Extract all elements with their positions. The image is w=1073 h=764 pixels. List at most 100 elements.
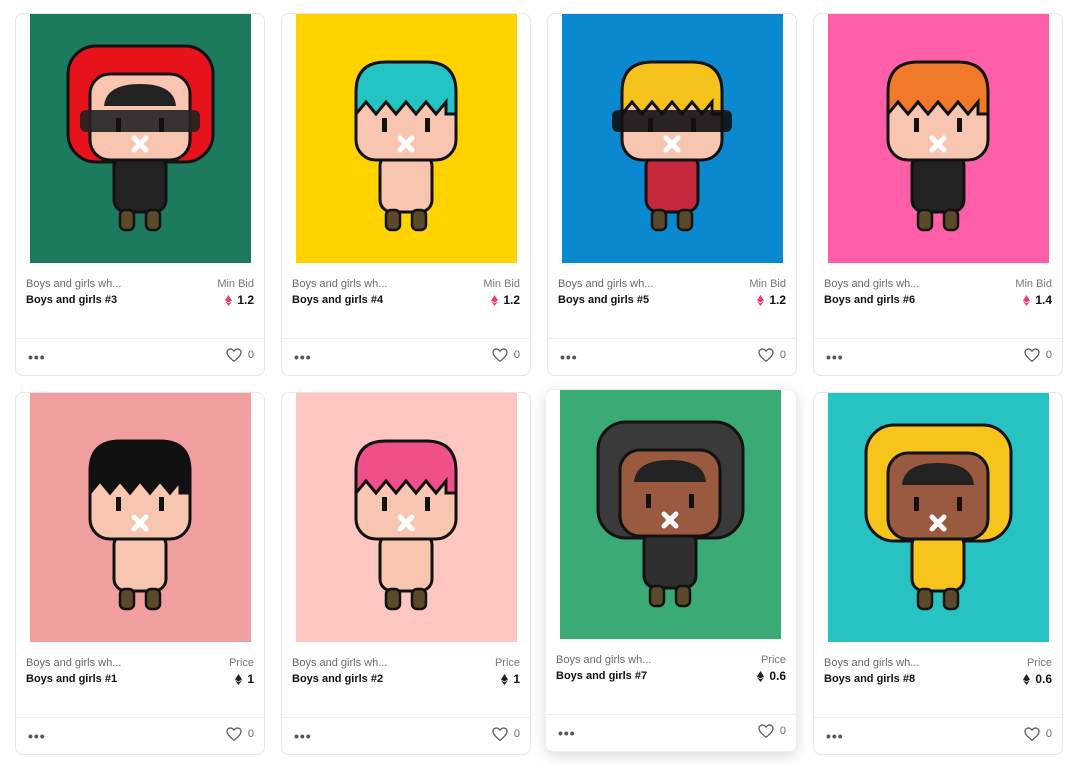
nft-image[interactable] xyxy=(828,14,1049,263)
collection-name[interactable]: Boys and girls wh... xyxy=(292,278,387,290)
price: 1.2 xyxy=(757,293,786,307)
price-label: Min Bid xyxy=(483,278,520,290)
heart-icon xyxy=(226,727,242,741)
nft-name[interactable]: Boys and girls #7 xyxy=(556,670,647,682)
card-footer: ••• 0 xyxy=(814,717,1062,756)
nft-image[interactable] xyxy=(562,14,783,263)
like-button[interactable]: 0 xyxy=(226,348,254,362)
nft-card[interactable]: Boys and girls wh... Boys and girls #2 P… xyxy=(281,392,531,755)
card-footer: ••• 0 xyxy=(548,338,796,377)
nft-image[interactable] xyxy=(296,393,517,642)
nft-card[interactable]: Boys and girls wh... Boys and girls #1 P… xyxy=(15,392,265,755)
nft-card[interactable]: Boys and girls wh... Boys and girls #5 M… xyxy=(547,13,797,376)
price-label: Price xyxy=(760,654,786,666)
price: 1.2 xyxy=(225,293,254,307)
nft-image[interactable] xyxy=(560,390,781,639)
character-illustration xyxy=(562,14,783,263)
like-count: 0 xyxy=(779,725,786,737)
more-options-button[interactable]: ••• xyxy=(294,728,312,744)
eth-icon xyxy=(1023,294,1031,306)
like-count: 0 xyxy=(247,349,254,361)
collection-name[interactable]: Boys and girls wh... xyxy=(292,657,387,669)
card-footer: ••• 0 xyxy=(16,717,264,756)
like-button[interactable]: 0 xyxy=(1024,348,1052,362)
heart-icon xyxy=(492,348,508,362)
collection-name[interactable]: Boys and girls wh... xyxy=(558,278,653,290)
price-value: 1.4 xyxy=(1035,293,1052,307)
like-button[interactable]: 0 xyxy=(758,348,786,362)
price-value: 0.6 xyxy=(769,669,786,683)
character-illustration xyxy=(30,393,251,642)
heart-icon xyxy=(226,348,242,362)
price: 1.2 xyxy=(491,293,520,307)
more-options-button[interactable]: ••• xyxy=(560,349,578,365)
eth-icon xyxy=(501,673,509,685)
like-button[interactable]: 0 xyxy=(1024,727,1052,741)
more-options-button[interactable]: ••• xyxy=(826,349,844,365)
nft-card[interactable]: Boys and girls wh... Boys and girls #3 M… xyxy=(15,13,265,376)
eth-icon xyxy=(235,673,243,685)
like-button[interactable]: 0 xyxy=(492,348,520,362)
card-footer: ••• 0 xyxy=(282,717,530,756)
nft-image[interactable] xyxy=(828,393,1049,642)
nft-card[interactable]: Boys and girls wh... Boys and girls #8 P… xyxy=(813,392,1063,755)
price: 1 xyxy=(235,672,254,686)
price-value: 1 xyxy=(247,672,254,686)
more-options-button[interactable]: ••• xyxy=(28,728,46,744)
nft-name[interactable]: Boys and girls #2 xyxy=(292,673,383,685)
like-count: 0 xyxy=(247,728,254,740)
card-footer: ••• 0 xyxy=(16,338,264,377)
price-label: Min Bid xyxy=(217,278,254,290)
like-count: 0 xyxy=(779,349,786,361)
nft-card[interactable]: Boys and girls wh... Boys and girls #7 P… xyxy=(545,389,797,752)
nft-name[interactable]: Boys and girls #6 xyxy=(824,294,915,306)
like-count: 0 xyxy=(1045,349,1052,361)
heart-icon xyxy=(492,727,508,741)
character-illustration xyxy=(30,14,251,263)
like-count: 0 xyxy=(513,728,520,740)
heart-icon xyxy=(758,348,774,362)
nft-name[interactable]: Boys and girls #1 xyxy=(26,673,117,685)
nft-name[interactable]: Boys and girls #4 xyxy=(292,294,383,306)
like-button[interactable]: 0 xyxy=(492,727,520,741)
like-count: 0 xyxy=(1045,728,1052,740)
price-value: 1.2 xyxy=(769,293,786,307)
collection-name[interactable]: Boys and girls wh... xyxy=(824,657,919,669)
more-options-button[interactable]: ••• xyxy=(826,728,844,744)
nft-image[interactable] xyxy=(296,14,517,263)
price: 0.6 xyxy=(1023,672,1052,686)
nft-name[interactable]: Boys and girls #8 xyxy=(824,673,915,685)
price-value: 1.2 xyxy=(503,293,520,307)
more-options-button[interactable]: ••• xyxy=(294,349,312,365)
like-button[interactable]: 0 xyxy=(758,724,786,738)
price-value: 1.2 xyxy=(237,293,254,307)
eth-icon xyxy=(757,670,765,682)
nft-name[interactable]: Boys and girls #3 xyxy=(26,294,117,306)
more-options-button[interactable]: ••• xyxy=(28,349,46,365)
price-label: Price xyxy=(1026,657,1052,669)
card-footer: ••• 0 xyxy=(546,714,796,753)
nft-card[interactable]: Boys and girls wh... Boys and girls #4 M… xyxy=(281,13,531,376)
collection-name[interactable]: Boys and girls wh... xyxy=(556,654,651,666)
collection-name[interactable]: Boys and girls wh... xyxy=(26,278,121,290)
nft-image[interactable] xyxy=(30,14,251,263)
price-value: 1 xyxy=(513,672,520,686)
price: 1 xyxy=(501,672,520,686)
price: 1.4 xyxy=(1023,293,1052,307)
like-button[interactable]: 0 xyxy=(226,727,254,741)
eth-icon xyxy=(757,294,765,306)
nft-card[interactable]: Boys and girls wh... Boys and girls #6 M… xyxy=(813,13,1063,376)
character-illustration xyxy=(560,390,781,639)
price-label: Price xyxy=(228,657,254,669)
card-footer: ••• 0 xyxy=(814,338,1062,377)
collection-name[interactable]: Boys and girls wh... xyxy=(824,278,919,290)
price-label: Min Bid xyxy=(1015,278,1052,290)
collection-name[interactable]: Boys and girls wh... xyxy=(26,657,121,669)
character-illustration xyxy=(296,14,517,263)
eth-icon xyxy=(1023,673,1031,685)
nft-name[interactable]: Boys and girls #5 xyxy=(558,294,649,306)
nft-image[interactable] xyxy=(30,393,251,642)
heart-icon xyxy=(1024,348,1040,362)
more-options-button[interactable]: ••• xyxy=(558,725,576,741)
eth-icon xyxy=(225,294,233,306)
